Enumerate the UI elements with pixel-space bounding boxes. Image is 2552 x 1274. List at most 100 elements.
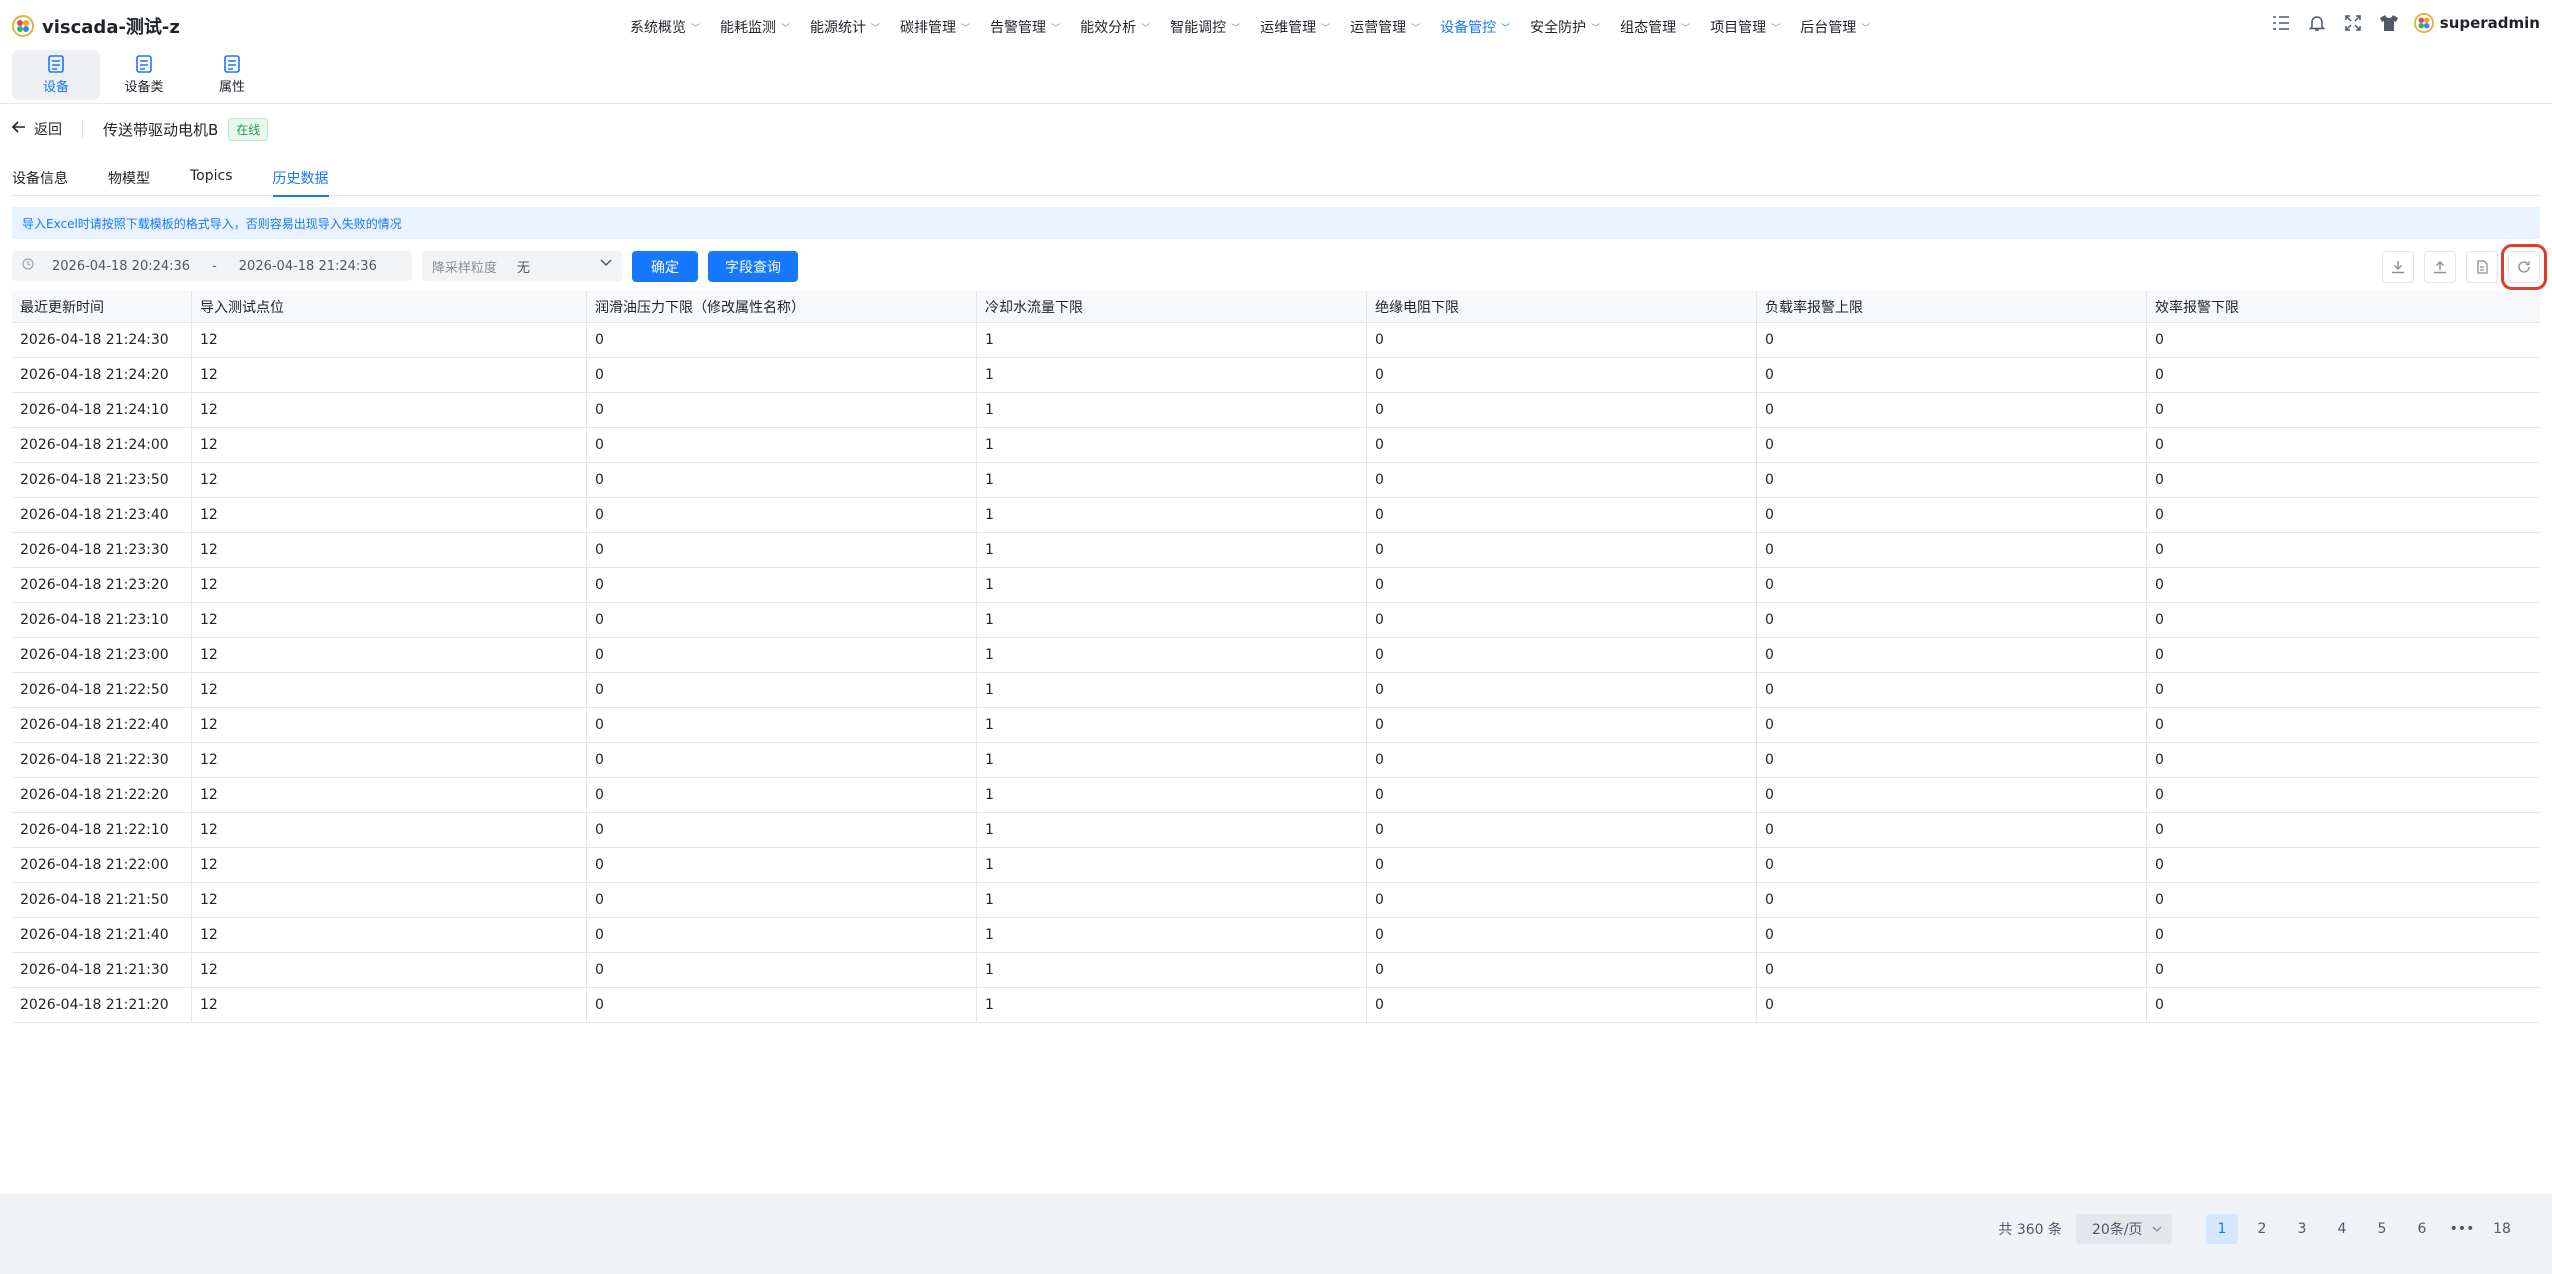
nav-item[interactable]: 安全防护 ﹀ [1520, 14, 1610, 40]
table-cell: 2026-04-18 21:22:10 [12, 813, 192, 847]
app-logo[interactable]: viscada-测试-z [12, 13, 180, 39]
end-date[interactable]: 2026-04-18 21:24:36 [239, 259, 377, 274]
table-cell: 2026-04-18 21:24:10 [12, 393, 192, 427]
nav-item-label: 能源统计 [810, 20, 867, 36]
nav-item[interactable]: 能耗监测 ﹀ [710, 14, 800, 40]
table-cell: 2026-04-18 21:24:30 [12, 323, 192, 357]
user-menu[interactable]: superadmin [2413, 13, 2540, 33]
back-button[interactable]: 返回 [11, 119, 62, 139]
template-file-icon [2477, 260, 2488, 274]
table-cell: 1 [977, 743, 1367, 777]
table-cell: 0 [587, 673, 977, 707]
subtab-attribute[interactable]: 属性 [188, 50, 276, 100]
downsampling-select[interactable]: 降采样粒度 无 [422, 251, 622, 281]
nav-item[interactable]: 运营管理 ﹀ [1340, 14, 1430, 40]
nav-item[interactable]: 运维管理 ﹀ [1250, 14, 1340, 40]
table-cell: 0 [2155, 402, 2164, 418]
module-subbar: 设备 设备类 属性 [0, 46, 2552, 104]
table-cell: 1 [977, 358, 1367, 392]
nav-item[interactable]: 组态管理 ﹀ [1610, 14, 1700, 40]
table-cell: 0 [1367, 568, 1757, 602]
table-cell: 0 [587, 428, 977, 462]
nav-item[interactable]: 后台管理 ﹀ [1790, 14, 1880, 40]
page-button[interactable]: 4 [2326, 1214, 2358, 1244]
nav-item-label: 设备管控 [1440, 20, 1497, 36]
table-cell: 1 [977, 848, 1367, 882]
fullscreen-icon[interactable] [2342, 12, 2364, 34]
theme-shirt-icon[interactable] [2378, 12, 2400, 34]
table-cell: 2026-04-18 21:21:40 [12, 918, 192, 952]
table-cell: 0 [2155, 507, 2164, 523]
total-count: 共 360 条 [1998, 1222, 2062, 1238]
nav-item[interactable]: 碳排管理 ﹀ [890, 14, 980, 40]
tab[interactable]: Topics [190, 164, 233, 196]
page-button[interactable]: 6 [2406, 1214, 2438, 1244]
table-cell: 0 [1757, 533, 2147, 567]
start-date[interactable]: 2026-04-18 20:24:36 [52, 259, 190, 274]
nav-item[interactable]: 设备管控 ﹀ [1430, 14, 1520, 40]
page-button[interactable]: 5 [2366, 1214, 2398, 1244]
table-cell: 12 [192, 883, 587, 917]
chevron-down-icon: ﹀ [871, 23, 881, 34]
field-query-button[interactable]: 字段查询 [708, 251, 798, 282]
table-cell: 0 [1367, 918, 1757, 952]
tab[interactable]: 物模型 [108, 164, 150, 196]
table-cell: 12 [192, 638, 587, 672]
chevron-down-icon: ﹀ [1771, 23, 1781, 34]
table-cell: 12 [192, 323, 587, 357]
subtab-label: 设备类 [124, 80, 164, 95]
nav-item-label: 运维管理 [1260, 20, 1317, 36]
page-button[interactable]: 18 [2486, 1214, 2518, 1244]
clock-icon [22, 258, 34, 274]
template-file-button[interactable] [2466, 251, 2498, 283]
task-list-icon[interactable] [2270, 12, 2292, 34]
table-cell: 1 [977, 603, 1367, 637]
table-row: 2026-04-18 21:22:00 12 0 1 0 0 0 [12, 848, 2540, 883]
page-button[interactable]: 2 [2246, 1214, 2278, 1244]
table-cell: 1 [977, 568, 1367, 602]
device-header: 返回 传送带驱动电机B 在线 [11, 116, 269, 142]
tab[interactable]: 设备信息 [12, 164, 68, 196]
page-button[interactable]: 1 [2206, 1214, 2238, 1244]
table-cell: 2026-04-18 21:23:30 [12, 533, 192, 567]
date-range-picker[interactable]: 2026-04-18 20:24:36 - 2026-04-18 21:24:3… [12, 251, 412, 281]
table-cell: 0 [587, 323, 977, 357]
table-cell: 0 [587, 988, 977, 1022]
table-cell: 0 [1757, 918, 2147, 952]
chevron-down-icon: ﹀ [1321, 23, 1331, 34]
chevron-down-icon: ﹀ [961, 23, 971, 34]
nav-item[interactable]: 系统概览 ﹀ [620, 14, 710, 40]
tab[interactable]: 历史数据 [272, 164, 329, 197]
table-cell: 12 [192, 428, 587, 462]
table-cell: 0 [587, 778, 977, 812]
nav-item[interactable]: 项目管理 ﹀ [1700, 14, 1790, 40]
table-cell: 2026-04-18 21:22:20 [12, 778, 192, 812]
table-cell: 0 [587, 358, 977, 392]
nav-item-label: 告警管理 [990, 20, 1047, 36]
page-button[interactable]: 3 [2286, 1214, 2318, 1244]
table-cell: 0 [1367, 848, 1757, 882]
nav-item[interactable]: 智能调控 ﹀ [1160, 14, 1250, 40]
page-size-select[interactable]: 20条/页 [2076, 1214, 2172, 1244]
table-row: 2026-04-18 21:23:00 12 0 1 0 0 0 [12, 638, 2540, 673]
table-row: 2026-04-18 21:21:50 12 0 1 0 0 0 [12, 883, 2540, 918]
table-row: 2026-04-18 21:24:20 12 0 1 0 0 0 [12, 358, 2540, 393]
table-cell: 0 [1367, 988, 1757, 1022]
table-cell: 0 [2155, 857, 2164, 873]
download-button[interactable] [2382, 251, 2414, 283]
table-cell: 12 [192, 813, 587, 847]
table-cell: 0 [587, 533, 977, 567]
page-ellipsis[interactable]: ••• [2446, 1214, 2478, 1244]
refresh-button[interactable] [2501, 244, 2547, 290]
nav-item[interactable]: 告警管理 ﹀ [980, 14, 1070, 40]
subtab-device[interactable]: 设备 [12, 50, 100, 100]
table-cell: 0 [587, 638, 977, 672]
table-cell: 0 [1367, 603, 1757, 637]
nav-item[interactable]: 能效分析 ﹀ [1070, 14, 1160, 40]
table-cell: 1 [977, 393, 1367, 427]
subtab-device-class[interactable]: 设备类 [100, 50, 188, 100]
upload-button[interactable] [2424, 251, 2456, 283]
bell-icon[interactable] [2306, 12, 2328, 34]
confirm-button[interactable]: 确定 [632, 251, 698, 282]
nav-item[interactable]: 能源统计 ﹀ [800, 14, 890, 40]
